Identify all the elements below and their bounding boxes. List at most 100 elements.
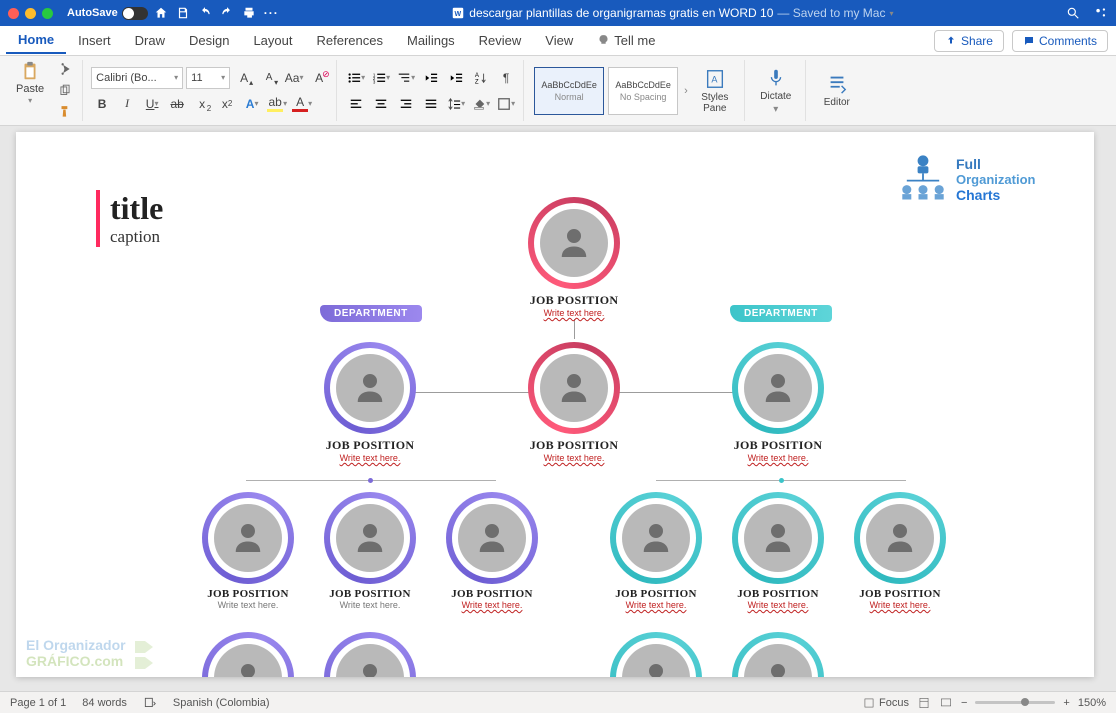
zoom-out-button[interactable]: − bbox=[961, 697, 967, 709]
job-label[interactable]: JOB POSITION bbox=[207, 588, 289, 600]
tab-layout[interactable]: Layout bbox=[241, 28, 304, 53]
org-node[interactable] bbox=[324, 632, 416, 677]
chevron-down-icon[interactable]: ▾ bbox=[889, 9, 893, 18]
spellcheck-icon[interactable] bbox=[143, 696, 157, 710]
style-normal[interactable]: AaBbCcDdEe Normal bbox=[534, 67, 604, 115]
font-size-select[interactable]: 11▾ bbox=[186, 67, 230, 89]
decrease-indent-button[interactable] bbox=[420, 67, 442, 89]
highlight-button[interactable]: ab▾ bbox=[266, 93, 288, 115]
page-number[interactable]: Page 1 of 1 bbox=[10, 697, 66, 709]
dept-badge[interactable]: DEPARTMENT bbox=[730, 305, 832, 322]
tab-references[interactable]: References bbox=[305, 28, 395, 53]
page[interactable]: title caption Full Organization Charts D… bbox=[16, 132, 1094, 677]
align-right-button[interactable] bbox=[395, 93, 417, 115]
sort-button[interactable]: AZ bbox=[470, 67, 492, 89]
job-subtext[interactable]: Write text here. bbox=[340, 600, 401, 610]
tab-mailings[interactable]: Mailings bbox=[395, 28, 467, 53]
print-icon[interactable] bbox=[242, 6, 256, 20]
print-layout-icon[interactable] bbox=[917, 696, 931, 710]
redo-icon[interactable] bbox=[220, 6, 234, 20]
word-count[interactable]: 84 words bbox=[82, 697, 127, 709]
shading-button[interactable]: ▾ bbox=[470, 93, 492, 115]
multilevel-button[interactable]: ▾ bbox=[395, 67, 417, 89]
search-icon[interactable] bbox=[1066, 6, 1080, 20]
org-node[interactable]: JOB POSITION Write text here. bbox=[324, 342, 416, 463]
comments-button[interactable]: Comments bbox=[1012, 30, 1108, 52]
clear-format-button[interactable]: A⊘ bbox=[308, 67, 330, 89]
italic-button[interactable]: I bbox=[116, 93, 138, 115]
job-label[interactable]: JOB POSITION bbox=[530, 438, 619, 453]
job-subtext[interactable]: Write text here. bbox=[340, 453, 401, 463]
borders-button[interactable]: ▾ bbox=[495, 93, 517, 115]
org-node[interactable] bbox=[610, 632, 702, 677]
justify-button[interactable] bbox=[420, 93, 442, 115]
tab-review[interactable]: Review bbox=[467, 28, 534, 53]
styles-pane-button[interactable]: A Styles Pane bbox=[692, 68, 738, 114]
font-name-select[interactable]: Calibri (Bo...▾ bbox=[91, 67, 183, 89]
zoom-level[interactable]: 150% bbox=[1078, 697, 1106, 709]
tell-me[interactable]: Tell me bbox=[585, 28, 667, 53]
job-label[interactable]: JOB POSITION bbox=[451, 588, 533, 600]
zoom-in-button[interactable]: + bbox=[1063, 697, 1069, 709]
align-left-button[interactable] bbox=[345, 93, 367, 115]
tab-draw[interactable]: Draw bbox=[123, 28, 177, 53]
undo-icon[interactable] bbox=[198, 6, 212, 20]
styles-more-button[interactable]: › bbox=[680, 85, 692, 97]
language-status[interactable]: Spanish (Colombia) bbox=[173, 697, 270, 709]
overflow-icon[interactable]: ··· bbox=[264, 6, 279, 20]
text-effects-button[interactable]: A▾ bbox=[241, 93, 263, 115]
cut-button[interactable] bbox=[54, 60, 76, 78]
job-label[interactable]: JOB POSITION bbox=[329, 588, 411, 600]
underline-button[interactable]: U▾ bbox=[141, 93, 163, 115]
org-node[interactable]: JOB POSITION Write text here. bbox=[202, 492, 294, 610]
org-node[interactable]: JOB POSITION Write text here. bbox=[446, 492, 538, 610]
font-color-button[interactable]: A▾ bbox=[291, 93, 313, 115]
editor-button[interactable]: Editor bbox=[814, 60, 860, 121]
org-node[interactable]: JOB POSITION Write text here. bbox=[854, 492, 946, 610]
close-icon[interactable] bbox=[8, 8, 19, 19]
job-subtext[interactable]: Write text here. bbox=[462, 600, 523, 610]
home-icon[interactable] bbox=[154, 6, 168, 20]
org-node[interactable]: JOB POSITION Write text here. bbox=[528, 342, 620, 463]
numbering-button[interactable]: 123▾ bbox=[370, 67, 392, 89]
zoom-slider[interactable] bbox=[975, 701, 1055, 704]
title-block[interactable]: title caption bbox=[96, 190, 163, 247]
org-node[interactable]: JOB POSITION Write text here. bbox=[324, 492, 416, 610]
web-layout-icon[interactable] bbox=[939, 696, 953, 710]
job-label[interactable]: JOB POSITION bbox=[530, 293, 619, 308]
maximize-icon[interactable] bbox=[42, 8, 53, 19]
shrink-font-button[interactable]: A▾ bbox=[258, 67, 280, 89]
tab-view[interactable]: View bbox=[533, 28, 585, 53]
format-painter-button[interactable] bbox=[54, 103, 76, 121]
bold-button[interactable]: B bbox=[91, 93, 113, 115]
share-menu-icon[interactable] bbox=[1094, 6, 1108, 20]
tab-design[interactable]: Design bbox=[177, 28, 241, 53]
job-subtext[interactable]: Write text here. bbox=[218, 600, 279, 610]
org-node[interactable]: JOB POSITION Write text here. bbox=[528, 197, 620, 318]
job-label[interactable]: JOB POSITION bbox=[734, 438, 823, 453]
job-subtext[interactable]: Write text here. bbox=[626, 600, 687, 610]
job-label[interactable]: JOB POSITION bbox=[326, 438, 415, 453]
save-icon[interactable] bbox=[176, 6, 190, 20]
tab-home[interactable]: Home bbox=[6, 27, 66, 54]
bullets-button[interactable]: ▾ bbox=[345, 67, 367, 89]
job-label[interactable]: JOB POSITION bbox=[737, 588, 819, 600]
org-node[interactable] bbox=[202, 632, 294, 677]
superscript-button[interactable]: x2 bbox=[216, 93, 238, 115]
job-subtext[interactable]: Write text here. bbox=[544, 453, 605, 463]
line-spacing-button[interactable]: ▾ bbox=[445, 93, 467, 115]
page-title[interactable]: title bbox=[110, 190, 163, 227]
share-button[interactable]: Share bbox=[934, 30, 1004, 52]
job-label[interactable]: JOB POSITION bbox=[859, 588, 941, 600]
org-node[interactable]: JOB POSITION Write text here. bbox=[732, 342, 824, 463]
page-caption[interactable]: caption bbox=[110, 227, 163, 247]
minimize-icon[interactable] bbox=[25, 8, 36, 19]
tab-insert[interactable]: Insert bbox=[66, 28, 123, 53]
change-case-button[interactable]: Aa▾ bbox=[283, 67, 305, 89]
subscript-button[interactable]: x2 bbox=[191, 93, 213, 115]
copy-button[interactable] bbox=[54, 82, 76, 100]
job-subtext[interactable]: Write text here. bbox=[748, 453, 809, 463]
increase-indent-button[interactable] bbox=[445, 67, 467, 89]
dept-badge[interactable]: DEPARTMENT bbox=[320, 305, 422, 322]
strike-button[interactable]: ab bbox=[166, 93, 188, 115]
